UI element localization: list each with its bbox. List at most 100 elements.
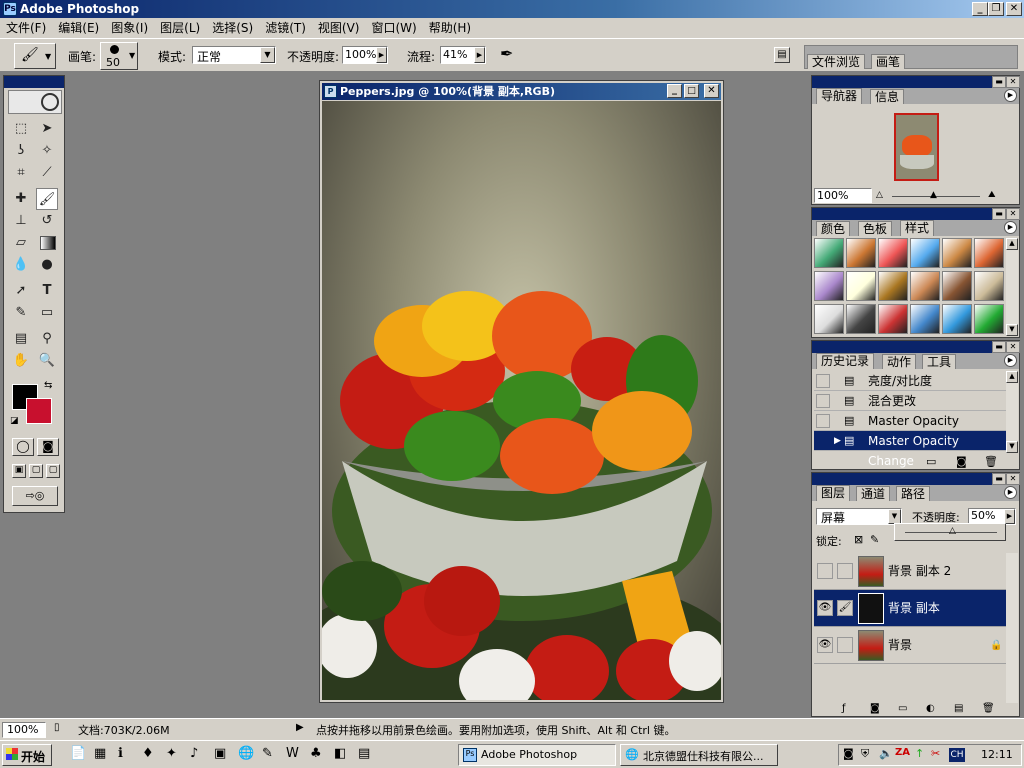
snapshot-icon[interactable]: ◙ <box>956 455 967 468</box>
tab-swatches[interactable]: 色板 <box>858 221 893 236</box>
marquee-tool-icon[interactable]: ⬚ <box>10 118 32 140</box>
layer-style-icon[interactable]: ƒ <box>842 703 846 714</box>
navigator-zoom-input[interactable]: 100% <box>814 188 872 203</box>
style-swatch[interactable] <box>910 271 940 301</box>
style-swatch[interactable] <box>846 304 876 334</box>
panel-close-button[interactable]: ✕ <box>1006 473 1020 485</box>
lock-image-icon[interactable]: ✎ <box>870 533 879 546</box>
quick-launch-icon[interactable]: W <box>286 746 299 761</box>
tab-brushes[interactable]: 画笔 <box>871 54 906 69</box>
navigator-panel-header[interactable]: ▬ ✕ <box>812 76 1020 88</box>
history-item-active[interactable]: ▶ ▤ Master Opacity Change <box>814 431 1007 468</box>
history-panel-header[interactable]: ▬ ✕ <box>812 341 1020 353</box>
style-swatch[interactable] <box>942 238 972 268</box>
doc-maximize-button[interactable]: □ <box>684 84 699 98</box>
quick-launch-icon[interactable]: ▦ <box>94 746 106 761</box>
trash-icon[interactable]: 🗑 <box>984 455 998 468</box>
panel-minimize-button[interactable]: ▬ <box>992 76 1006 88</box>
gradient-tool-icon[interactable] <box>40 236 56 250</box>
menu-item-0[interactable]: 文件(F) <box>0 18 52 38</box>
panel-menu-icon[interactable]: ▶ <box>1004 354 1017 367</box>
navigator-thumbnail[interactable] <box>894 113 939 181</box>
toolbox-header[interactable] <box>4 76 64 88</box>
history-item[interactable]: ▤ Master Opacity Change <box>814 411 1007 448</box>
menu-item-3[interactable]: 图层(L) <box>154 18 206 38</box>
opacity-input[interactable]: 100% ▶ <box>342 46 388 64</box>
doc-close-button[interactable]: ✕ <box>704 84 719 98</box>
jump-to-imageready-icon[interactable]: ⇨◎ <box>12 486 58 506</box>
arrow-right-icon[interactable]: ▶ <box>474 47 485 63</box>
panel-minimize-button[interactable]: ▬ <box>992 208 1006 220</box>
chevron-down-icon[interactable]: ▼ <box>888 509 901 524</box>
panel-close-button[interactable]: ✕ <box>1006 76 1020 88</box>
scroll-up-icon[interactable]: ▲ <box>1006 371 1018 383</box>
close-button[interactable]: ✕ <box>1006 2 1022 16</box>
flow-input[interactable]: 41% ▶ <box>440 46 486 64</box>
tab-history[interactable]: 历史记录 <box>816 353 875 369</box>
style-swatch[interactable] <box>814 238 844 268</box>
quick-launch-icon[interactable]: ▤ <box>358 746 370 761</box>
panel-minimize-button[interactable]: ▬ <box>992 473 1006 485</box>
tab-color[interactable]: 颜色 <box>816 221 851 236</box>
arrow-right-icon[interactable]: ▶ <box>376 47 387 63</box>
style-swatch[interactable] <box>846 238 876 268</box>
tab-navigator[interactable]: 导航器 <box>816 88 863 104</box>
standard-screen-mode-icon[interactable]: ▣ <box>12 464 26 478</box>
tray-volume-icon[interactable]: 🔈 <box>879 747 893 760</box>
styles-panel-header[interactable]: ▬ ✕ <box>812 208 1020 220</box>
opacity-slider-popup[interactable]: △ <box>894 523 1006 541</box>
history-item[interactable]: ▤ 混合更改 <box>814 391 1007 411</box>
eye-icon[interactable]: 👁 <box>817 637 833 653</box>
layer-row-active[interactable]: 👁 🖌 背景 副本 <box>814 590 1007 627</box>
panel-menu-icon[interactable]: ▶ <box>1004 221 1017 234</box>
status-zoom-input[interactable]: 100% <box>2 722 46 738</box>
style-swatch[interactable] <box>942 304 972 334</box>
tray-antivirus-icon[interactable]: ZA <box>895 747 910 758</box>
quick-launch-icon[interactable]: ✎ <box>262 746 273 761</box>
panel-close-button[interactable]: ✕ <box>1006 341 1020 353</box>
tab-tool-presets[interactable]: 工具 <box>922 354 957 369</box>
palette-well-icon[interactable]: ▤ <box>774 47 790 63</box>
default-colors-icon[interactable]: ◪ <box>10 416 19 426</box>
eraser-tool-icon[interactable]: ▱ <box>10 232 32 254</box>
adobe-online-icon[interactable] <box>8 90 62 114</box>
menu-item-2[interactable]: 图象(I) <box>105 18 154 38</box>
styles-scrollbar[interactable]: ▲ ▼ <box>1006 238 1018 336</box>
tab-info[interactable]: 信息 <box>870 89 905 104</box>
menu-item-1[interactable]: 编辑(E) <box>52 18 105 38</box>
dodge-tool-icon[interactable]: ● <box>36 254 58 276</box>
adjustment-layer-icon[interactable]: ◐ <box>926 703 935 714</box>
photoshop-app-icon[interactable]: Ps <box>3 2 17 16</box>
zoom-tool-icon[interactable]: 🔍 <box>36 350 58 372</box>
quick-launch-icon[interactable]: ℹ <box>118 746 123 761</box>
healing-brush-tool-icon[interactable]: ✚ <box>10 188 32 210</box>
type-tool-icon[interactable]: T <box>36 280 58 302</box>
new-layer-icon[interactable]: ▤ <box>954 703 963 714</box>
style-swatch[interactable] <box>974 271 1004 301</box>
doc-minimize-button[interactable]: _ <box>667 84 682 98</box>
background-color-swatch[interactable] <box>26 398 52 424</box>
brush-icon[interactable]: 🖌 <box>837 600 853 616</box>
standard-mode-icon[interactable]: ◯ <box>12 438 34 456</box>
history-brush-tool-icon[interactable]: ↺ <box>36 210 58 232</box>
zoom-slider-thumb[interactable]: ▲ <box>930 190 937 200</box>
full-screen-mode-icon[interactable]: ▢ <box>46 464 60 478</box>
style-swatch[interactable] <box>846 271 876 301</box>
tab-paths[interactable]: 路径 <box>896 486 931 501</box>
quick-launch-icon[interactable]: ♪ <box>190 746 198 761</box>
style-swatch[interactable] <box>878 304 908 334</box>
eye-icon[interactable]: 👁 <box>817 600 833 616</box>
scroll-down-icon[interactable]: ▼ <box>1006 441 1018 453</box>
scroll-up-icon[interactable]: ▲ <box>1006 238 1018 250</box>
mode-select[interactable]: 正常 ▼ <box>192 46 276 64</box>
menu-item-8[interactable]: 帮助(H) <box>423 18 477 38</box>
panel-minimize-button[interactable]: ▬ <box>992 341 1006 353</box>
layer-row[interactable]: 背景 副本 2 <box>814 553 1007 590</box>
quick-launch-icon[interactable]: ✦ <box>166 746 177 761</box>
tray-tool-icon[interactable]: ✂ <box>931 747 940 760</box>
quick-launch-icon[interactable]: ◧ <box>334 746 346 761</box>
new-document-from-state-icon[interactable]: ▭ <box>926 455 936 468</box>
new-layer-set-icon[interactable]: ▭ <box>898 703 907 714</box>
visibility-toggle[interactable] <box>817 563 833 579</box>
menu-item-7[interactable]: 窗口(W) <box>365 18 422 38</box>
